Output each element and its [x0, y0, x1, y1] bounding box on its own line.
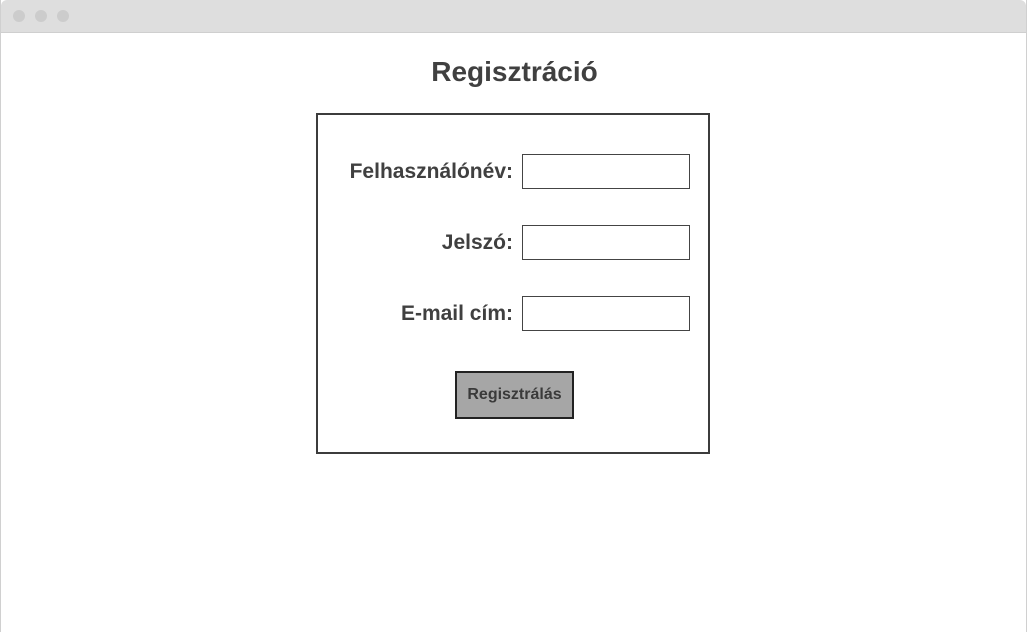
close-window-icon[interactable] [13, 10, 25, 22]
browser-window: Regisztráció Felhasználónév: Jelszó: E-m… [0, 0, 1027, 632]
maximize-window-icon[interactable] [57, 10, 69, 22]
username-label: Felhasználónév: [349, 160, 513, 183]
password-label: Jelszó: [441, 231, 513, 254]
registration-form: Felhasználónév: Jelszó: E-mail cím: Regi… [316, 113, 710, 454]
register-button[interactable]: Regisztrálás [455, 371, 574, 419]
password-input[interactable] [522, 225, 690, 260]
minimize-window-icon[interactable] [35, 10, 47, 22]
page-title: Regisztráció [431, 56, 598, 87]
password-row: Jelszó: [318, 225, 708, 261]
email-row: E-mail cím: [318, 296, 708, 332]
username-row: Felhasználónév: [318, 154, 708, 190]
email-input[interactable] [522, 296, 690, 331]
username-input[interactable] [522, 154, 690, 189]
email-label: E-mail cím: [400, 302, 513, 325]
window-titlebar [1, 0, 1026, 33]
